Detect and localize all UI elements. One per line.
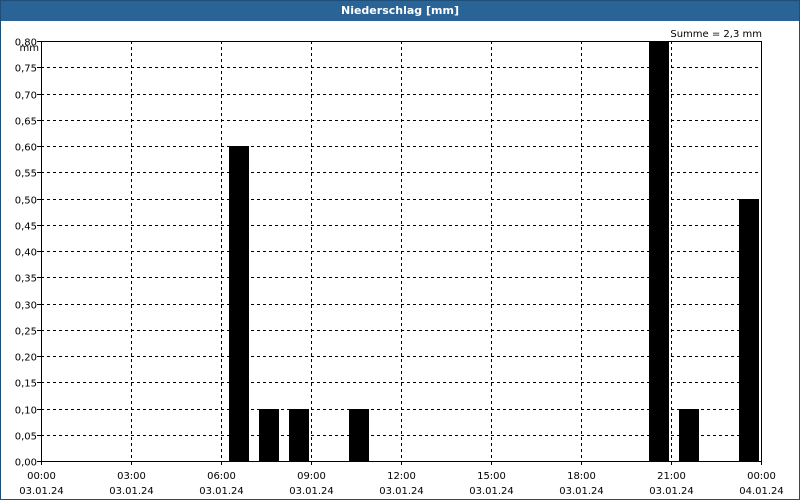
y-tick-label: 0,35 — [15, 274, 37, 285]
x-tick-time: 00:00 — [747, 471, 776, 482]
sum-label: Summe = 2,3 mm — [670, 29, 762, 40]
y-tick-label: 0,30 — [15, 301, 37, 312]
x-tick-time: 18:00 — [567, 471, 596, 482]
y-tick-label: 0,00 — [15, 458, 37, 469]
y-tick-label: 0,05 — [15, 432, 37, 443]
y-tick-label: 0,60 — [15, 143, 37, 154]
y-tick-label: 0,55 — [15, 169, 37, 180]
y-tick-label: 0,45 — [15, 222, 37, 233]
x-tick-time: 21:00 — [657, 471, 686, 482]
x-tick-labels: 00:00 03.01.24 03:00 03.01.24 06:00 03.01.24 0… — [19, 471, 784, 497]
x-tick-time: 09:00 — [297, 471, 326, 482]
y-tick-labels: 0,00 0,05 0,10 0,15 0,20 0,25 0,30 0,35 0,40 0,45… — [15, 38, 37, 469]
chart-window: Niederschlag [mm] Summe = 2,3 mm mm 0,00… — [0, 0, 800, 500]
y-tick-label: 0,65 — [15, 117, 37, 128]
y-tick-label: 0,15 — [15, 379, 37, 390]
x-tick-date: 03.01.24 — [289, 486, 334, 497]
bar — [739, 199, 759, 462]
x-tick-time: 06:00 — [207, 471, 236, 482]
x-tick-time: 03:00 — [117, 471, 146, 482]
x-tick-date: 03.01.24 — [559, 486, 604, 497]
y-tick-label: 0,75 — [15, 64, 37, 75]
chart-title: Niederschlag [mm] — [1, 1, 799, 21]
y-tick-label: 0,10 — [15, 406, 37, 417]
bar — [679, 409, 699, 462]
bar — [289, 409, 309, 462]
bar — [349, 409, 369, 462]
y-tick-label: 0,40 — [15, 248, 37, 259]
x-tick-time: 15:00 — [477, 471, 506, 482]
x-tick-time: 12:00 — [387, 471, 416, 482]
x-tick-date: 03.01.24 — [109, 486, 154, 497]
x-tick-time: 00:00 — [27, 471, 56, 482]
precipitation-chart: Summe = 2,3 mm mm 0,000,050,100,150,200,… — [15, 29, 784, 497]
x-tick-date: 03.01.24 — [19, 486, 64, 497]
x-tick-date: 03.01.24 — [199, 486, 244, 497]
x-tick-date: 03.01.24 — [649, 486, 694, 497]
y-tick-label: 0,80 — [15, 38, 37, 49]
bar — [259, 409, 279, 462]
bar — [649, 41, 669, 461]
y-tick-label: 0,20 — [15, 353, 37, 364]
x-tick-date: 03.01.24 — [469, 486, 514, 497]
bar — [229, 146, 249, 461]
y-tick-label: 0,70 — [15, 91, 37, 102]
y-tick-label: 0,50 — [15, 196, 37, 207]
x-tick-date: 03.01.24 — [379, 486, 424, 497]
x-tick-date: 04.01.24 — [739, 486, 784, 497]
y-tick-label: 0,25 — [15, 327, 37, 338]
